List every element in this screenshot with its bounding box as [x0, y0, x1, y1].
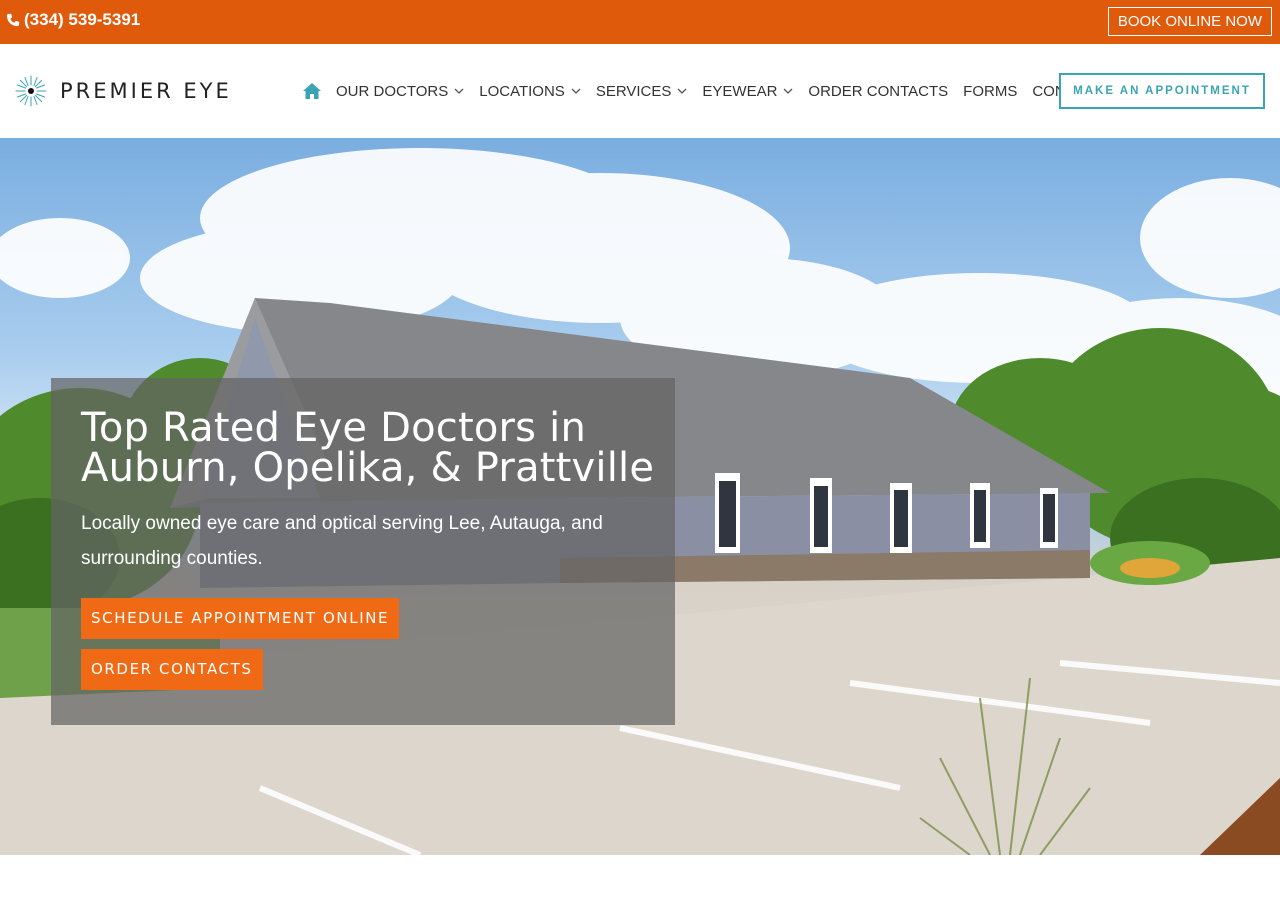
- hero-subtitle: Locally owned eye care and optical servi…: [81, 513, 603, 569]
- nav-item-our-doctors[interactable]: OUR DOCTORS: [336, 83, 464, 100]
- nav-item-eyewear[interactable]: EYEWEAR: [702, 83, 793, 100]
- chevron-down-icon: [454, 88, 464, 94]
- nav-item-label: OUR DOCTORS: [336, 82, 449, 100]
- book-online-button[interactable]: BOOK ONLINE NOW: [1107, 7, 1272, 36]
- phone-link[interactable]: (334) 539-5391: [6, 10, 140, 30]
- nav-item-services[interactable]: SERVICES: [596, 83, 688, 100]
- hero-section: Top Rated Eye Doctors in Auburn, Opelika…: [0, 138, 1280, 855]
- nav-item-order-contacts[interactable]: ORDER CONTACTS: [808, 83, 948, 100]
- hero-overlay-panel: Top Rated Eye Doctors in Auburn, Opelika…: [51, 378, 675, 725]
- phone-number: (334) 539-5391: [24, 10, 141, 29]
- starburst-eye-icon: [15, 75, 47, 107]
- make-appointment-button[interactable]: MAKE AN APPOINTMENT: [1059, 73, 1265, 109]
- site-header: PREMIER EYE OUR DOCTORS LOCATIONS SERVIC…: [0, 44, 1280, 138]
- hero-title-line2: Auburn, Opelika, & Prattville: [81, 445, 655, 491]
- chevron-down-icon: [571, 88, 581, 94]
- nav-item-forms[interactable]: FORMS: [963, 83, 1017, 100]
- home-icon[interactable]: [302, 82, 322, 100]
- logo-text: PREMIER EYE: [60, 79, 232, 103]
- main-nav: OUR DOCTORS LOCATIONS SERVICES EYEWEAR O…: [302, 80, 1119, 102]
- nav-item-locations[interactable]: LOCATIONS: [479, 83, 581, 100]
- hero-title: Top Rated Eye Doctors in Auburn, Opelika…: [81, 408, 661, 488]
- phone-icon: [6, 13, 20, 27]
- chevron-down-icon: [677, 88, 687, 94]
- nav-item-label: LOCATIONS: [479, 82, 565, 100]
- nav-item-label: SERVICES: [595, 82, 672, 100]
- chevron-down-icon: [783, 88, 793, 94]
- nav-item-label: EYEWEAR: [702, 82, 778, 100]
- schedule-appointment-button[interactable]: SCHEDULE APPOINTMENT ONLINE: [81, 598, 400, 639]
- logo[interactable]: PREMIER EYE: [14, 72, 232, 110]
- top-bar: (334) 539-5391 BOOK ONLINE NOW: [0, 0, 1280, 44]
- nav-item-label: ORDER CONTACTS: [808, 82, 949, 100]
- order-contacts-button[interactable]: ORDER CONTACTS: [81, 649, 263, 690]
- nav-item-label: FORMS: [963, 82, 1018, 100]
